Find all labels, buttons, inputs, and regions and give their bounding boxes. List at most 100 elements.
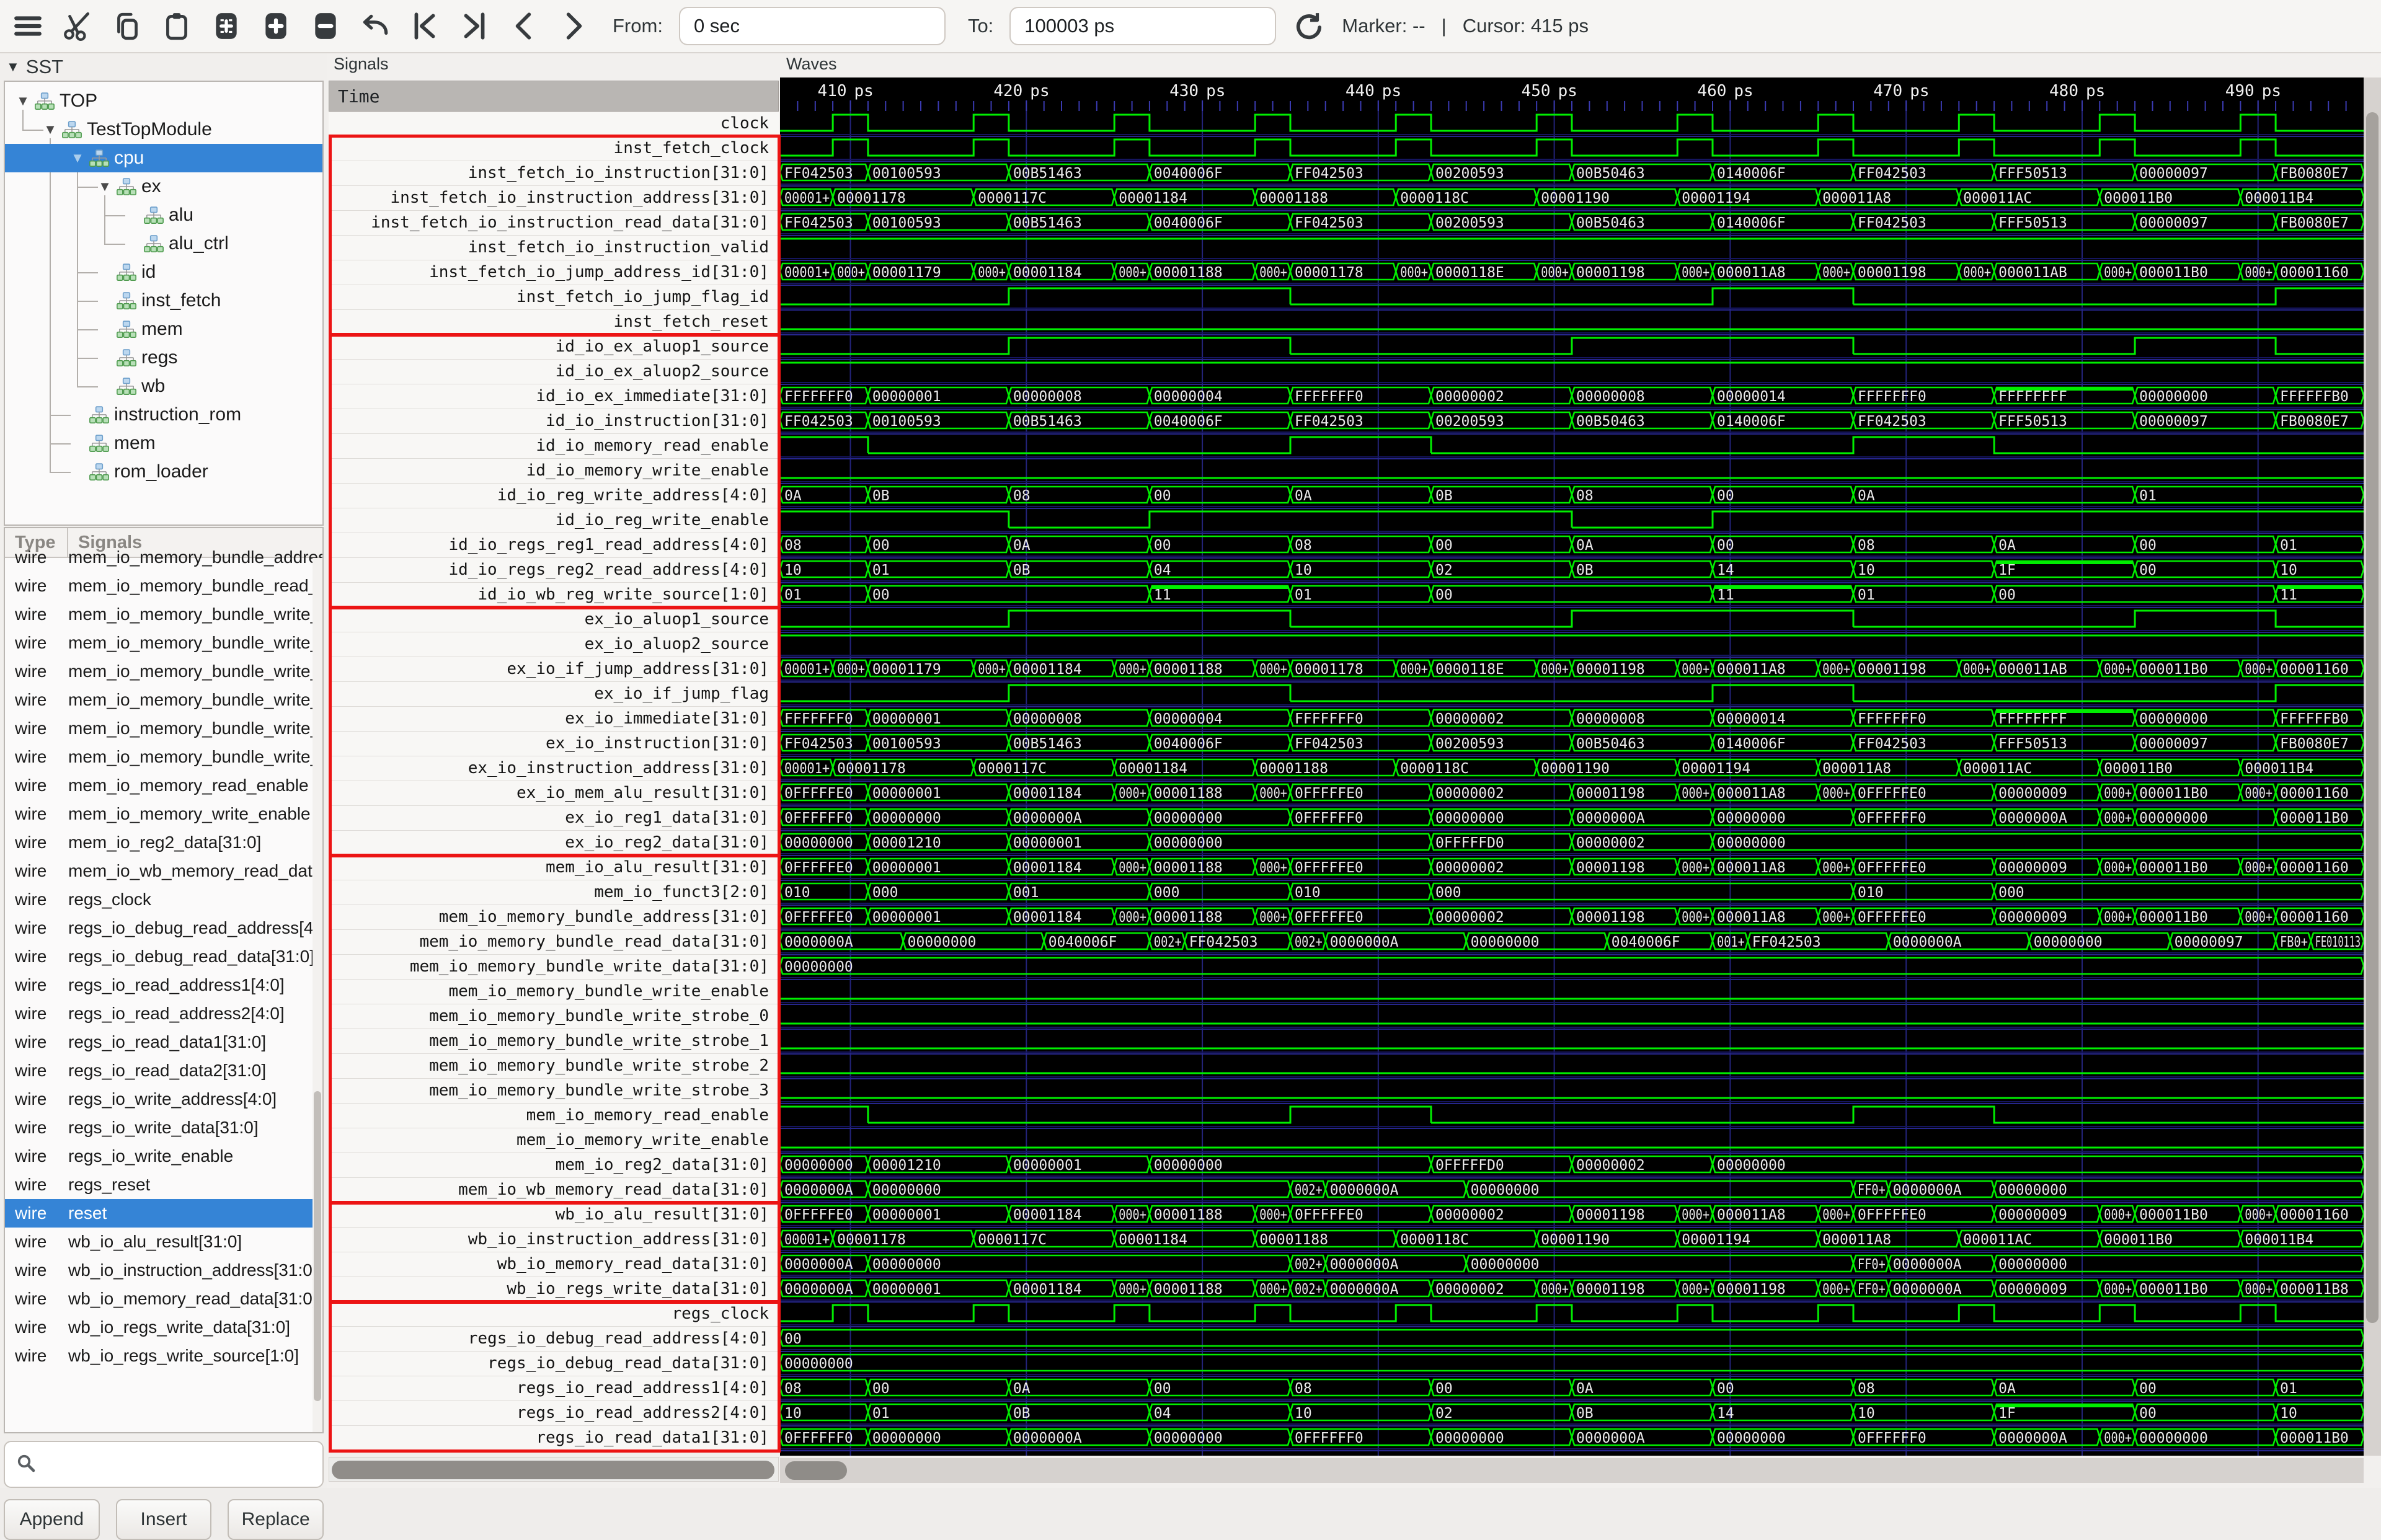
wire-row-mem_io_reg2_data[31:0][interactable]: wire mem_io_reg2_data[31:0]: [5, 828, 322, 857]
wire-row-mem_io_memory_bundle_write_enable[interactable]: wire mem_io_memory_bundle_write_enable: [5, 629, 322, 657]
wave-row-id_io_memory_write_enable[interactable]: [780, 478, 2364, 484]
tree-item-id[interactable]: id: [5, 258, 322, 286]
signal-label-ex_io_instruction_address[31:0][interactable]: ex_io_instruction_address[31:0]: [329, 756, 779, 781]
wave-row-ex_io_aluop2_source[interactable]: [780, 635, 2364, 657]
waveform-canvas[interactable]: 410ps420ps430ps440ps450ps460ps470ps480ps…: [780, 77, 2364, 1456]
tree-expander-icon[interactable]: ▼: [42, 122, 58, 138]
signal-label-regs_io_read_address1[4:0][interactable]: regs_io_read_address1[4:0]: [329, 1376, 779, 1401]
cut-icon[interactable]: [61, 9, 94, 43]
signals-hscrollbar-thumb[interactable]: [332, 1461, 774, 1479]
wave-row-inst_fetch_io_instruction_address[31:0][interactable]: 00001+000011780000117C000011840000118800…: [780, 189, 2364, 211]
wave-row-id_io_regs_reg2_read_address[4:0][interactable]: 10010B0410020B14101F0010: [780, 560, 2364, 583]
tree-item-instruction_rom[interactable]: instruction_rom: [5, 400, 322, 429]
tree-item-TOP[interactable]: ▼ TOP: [5, 87, 322, 115]
wave-row-id_io_reg_write_enable[interactable]: [780, 511, 2364, 533]
wire-list-scrollbar[interactable]: [313, 558, 322, 1432]
paste-icon[interactable]: [160, 9, 193, 43]
search-input[interactable]: [45, 1454, 322, 1475]
tree-item-rom_loader[interactable]: rom_loader: [5, 458, 322, 486]
signal-label-inst_fetch_io_instruction_valid[interactable]: inst_fetch_io_instruction_valid: [329, 236, 779, 260]
wave-row-id_io_regs_reg1_read_address[4:0][interactable]: 08000A0008000A00080A0001: [780, 536, 2364, 558]
tree-item-regs[interactable]: regs: [5, 343, 322, 372]
signal-label-mem_io_memory_read_enable[interactable]: mem_io_memory_read_enable: [329, 1104, 779, 1128]
waves-hscrollbar-thumb[interactable]: [785, 1461, 847, 1480]
signal-label-ex_io_immediate[31:0][interactable]: ex_io_immediate[31:0]: [329, 707, 779, 732]
signal-label-ex_io_if_jump_address[31:0][interactable]: ex_io_if_jump_address[31:0]: [329, 657, 779, 682]
to-input[interactable]: [1009, 7, 1276, 45]
wave-row-wb_io_instruction_address[31:0][interactable]: 00001+000011780000117C000011840000118800…: [780, 1231, 2364, 1252]
wire-row-mem_io_memory_bundle_write_strobe_0[interactable]: wire mem_io_memory_bundle_write_strobe_0: [5, 657, 322, 686]
wave-row-mem_io_memory_bundle_write_enable[interactable]: [780, 999, 2364, 1004]
wave-row-regs_io_debug_read_data[31:0][interactable]: 00000000: [780, 1355, 2364, 1376]
tree-item-ex[interactable]: ▼ ex: [5, 172, 322, 201]
zoom-fit-icon[interactable]: [210, 9, 243, 43]
wire-row-wb_io_regs_write_source[1:0][interactable]: wire wb_io_regs_write_source[1:0]: [5, 1342, 322, 1370]
wave-row-mem_io_wb_memory_read_data[31:0][interactable]: 0000000A00000000002+0000000A00000000FF0+…: [780, 1181, 2364, 1203]
tree-item-mem[interactable]: mem: [5, 429, 322, 458]
wave-row-inst_fetch_clock[interactable]: [780, 139, 2364, 161]
wave-row-id_io_memory_read_enable[interactable]: [780, 437, 2364, 459]
wave-row-mem_io_funct3[2:0][interactable]: 010000001000010000010000: [780, 883, 2364, 905]
signal-label-wb_io_instruction_address[31:0][interactable]: wb_io_instruction_address[31:0]: [329, 1228, 779, 1252]
wire-row-regs_io_read_address2[4:0][interactable]: wire regs_io_read_address2[4:0]: [5, 999, 322, 1028]
wave-row-inst_fetch_io_jump_flag_id[interactable]: [780, 288, 2364, 310]
wire-row-mem_io_memory_bundle_write_strobe_3[interactable]: wire mem_io_memory_bundle_write_strobe_3: [5, 743, 322, 771]
signal-label-id_io_memory_write_enable[interactable]: id_io_memory_write_enable: [329, 459, 779, 484]
wave-row-ex_io_mem_alu_result[31:0][interactable]: 0FFFFFE00000000100001184000+00001188000+…: [780, 784, 2364, 806]
replace-button[interactable]: Replace: [228, 1499, 324, 1540]
wave-row-mem_io_alu_result[31:0][interactable]: 0FFFFFE00000000100001184000+00001188000+…: [780, 859, 2364, 880]
signal-label-inst_fetch_io_instruction_address[31:0][interactable]: inst_fetch_io_instruction_address[31:0]: [329, 186, 779, 211]
signal-label-mem_io_memory_bundle_write_strobe_0[interactable]: mem_io_memory_bundle_write_strobe_0: [329, 1004, 779, 1029]
signal-label-ex_io_aluop1_source[interactable]: ex_io_aluop1_source: [329, 608, 779, 632]
signal-label-id_io_regs_reg2_read_address[4:0][interactable]: id_io_regs_reg2_read_address[4:0]: [329, 558, 779, 583]
wire-row-reset[interactable]: wire reset: [5, 1199, 322, 1228]
wave-row-id_io_ex_aluop2_source[interactable]: [780, 363, 2364, 384]
wave-row-id_io_ex_aluop1_source[interactable]: [780, 338, 2364, 360]
waves-hscrollbar[interactable]: [780, 1458, 2364, 1483]
copy-icon[interactable]: [110, 9, 144, 43]
wave-row-mem_io_memory_bundle_read_data[31:0][interactable]: 0000000A000000000040006F002+FF042503002+…: [780, 933, 2364, 955]
skip-start-icon[interactable]: [408, 9, 441, 43]
waves-vscrollbar[interactable]: [2364, 77, 2381, 1456]
tree-expander-icon[interactable]: ▼: [97, 179, 113, 195]
wave-row-inst_fetch_reset[interactable]: [780, 329, 2364, 335]
signal-label-mem_io_memory_bundle_write_strobe_3[interactable]: mem_io_memory_bundle_write_strobe_3: [329, 1079, 779, 1104]
signal-label-ex_io_reg2_data[31:0][interactable]: ex_io_reg2_data[31:0]: [329, 831, 779, 856]
signal-label-id_io_ex_aluop2_source[interactable]: id_io_ex_aluop2_source: [329, 360, 779, 384]
wave-row-ex_io_aluop1_source[interactable]: [780, 611, 2364, 632]
signal-label-ex_io_reg1_data[31:0][interactable]: ex_io_reg1_data[31:0]: [329, 806, 779, 831]
wire-row-mem_io_wb_memory_read_data[31:0][interactable]: wire mem_io_wb_memory_read_data[31:0]: [5, 857, 322, 885]
wave-row-regs_io_read_address1[4:0][interactable]: 08000A0008000A00080A0001: [780, 1379, 2364, 1401]
signal-label-id_io_regs_reg1_read_address[4:0][interactable]: id_io_regs_reg1_read_address[4:0]: [329, 533, 779, 558]
signal-label-regs_clock[interactable]: regs_clock: [329, 1302, 779, 1327]
signal-label-ex_io_if_jump_flag[interactable]: ex_io_if_jump_flag: [329, 682, 779, 707]
signal-label-ex_io_instruction[31:0][interactable]: ex_io_instruction[31:0]: [329, 732, 779, 756]
wave-row-mem_io_memory_bundle_write_strobe_2[interactable]: [780, 1073, 2364, 1079]
signal-label-id_io_reg_write_address[4:0][interactable]: id_io_reg_write_address[4:0]: [329, 484, 779, 508]
menu-icon[interactable]: [11, 9, 45, 43]
signal-label-id_io_instruction[31:0][interactable]: id_io_instruction[31:0]: [329, 409, 779, 434]
signal-label-id_io_reg_write_enable[interactable]: id_io_reg_write_enable: [329, 508, 779, 533]
wire-row-mem_io_memory_bundle_write_data[31:0][interactable]: wire mem_io_memory_bundle_write_data[31:…: [5, 600, 322, 629]
wave-row-regs_io_debug_read_address[4:0][interactable]: 00: [780, 1330, 2364, 1352]
wave-row-mem_io_memory_bundle_write_data[31:0][interactable]: 00000000: [780, 958, 2364, 980]
wire-row-wb_io_memory_read_data[31:0][interactable]: wire wb_io_memory_read_data[31:0]: [5, 1285, 322, 1313]
wave-row-mem_io_reg2_data[31:0][interactable]: 000000000000121000000001000000000FFFFFD0…: [780, 1156, 2364, 1178]
wave-row-id_io_reg_write_address[4:0][interactable]: 0A0B08000A0B08000A01: [780, 487, 2364, 508]
wire-row-mem_io_memory_bundle_address[31:0][interactable]: wire mem_io_memory_bundle_address[31:0]: [5, 543, 322, 572]
signal-label-mem_io_memory_write_enable[interactable]: mem_io_memory_write_enable: [329, 1128, 779, 1153]
wire-row-mem_io_memory_bundle_write_strobe_2[interactable]: wire mem_io_memory_bundle_write_strobe_2: [5, 714, 322, 743]
wave-row-id_io_ex_immediate[31:0][interactable]: FFFFFFF0000000010000000800000004FFFFFFF0…: [780, 387, 2364, 409]
signal-label-inst_fetch_io_instruction_read_data[31:0][interactable]: inst_fetch_io_instruction_read_data[31:0…: [329, 211, 779, 236]
tree-expander-icon[interactable]: ▼: [15, 93, 31, 109]
wire-row-mem_io_memory_bundle_write_strobe_1[interactable]: wire mem_io_memory_bundle_write_strobe_1: [5, 686, 322, 714]
wire-row-regs_io_write_data[31:0][interactable]: wire regs_io_write_data[31:0]: [5, 1113, 322, 1142]
wire-list-scrollbar-thumb[interactable]: [314, 1091, 321, 1401]
wire-row-regs_clock[interactable]: wire regs_clock: [5, 885, 322, 914]
signal-label-mem_io_memory_bundle_write_strobe_1[interactable]: mem_io_memory_bundle_write_strobe_1: [329, 1029, 779, 1054]
signal-label-wb_io_regs_write_data[31:0][interactable]: wb_io_regs_write_data[31:0]: [329, 1277, 779, 1302]
signal-label-regs_io_read_address2[4:0][interactable]: regs_io_read_address2[4:0]: [329, 1401, 779, 1426]
insert-button[interactable]: Insert: [116, 1499, 212, 1540]
from-input[interactable]: [679, 7, 946, 45]
zoom-out-icon[interactable]: [309, 9, 342, 43]
